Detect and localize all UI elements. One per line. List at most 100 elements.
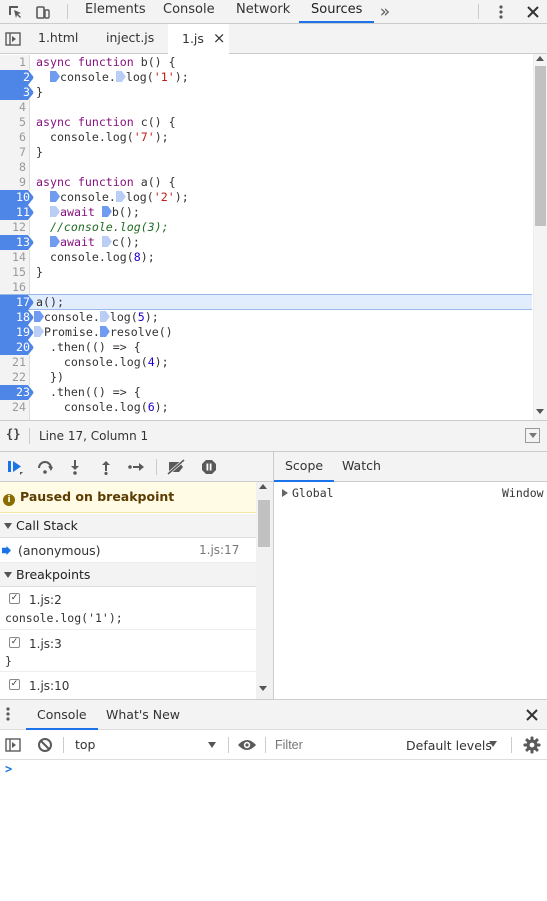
code-text: } [36,265,43,279]
more-tabs-icon[interactable]: » [372,0,398,23]
scope-global-row[interactable]: Global Window [274,484,547,502]
pause-on-exceptions-icon[interactable] [196,452,222,481]
inline-breakpoint-icon[interactable] [50,71,60,82]
breakpoint-marker[interactable]: 3 [0,85,34,100]
inline-breakpoint-icon[interactable] [101,206,112,217]
editor-scrollbar[interactable] [533,54,547,420]
breakpoint-marker[interactable]: 11 [0,205,34,220]
clear-console-icon[interactable] [37,737,53,756]
scroll-down-icon[interactable] [259,686,267,691]
inline-breakpoint-icon[interactable] [50,236,60,247]
console-output[interactable]: > [0,760,547,901]
console-filter-input[interactable] [275,735,385,755]
inline-breakpoint-icon[interactable] [50,191,60,202]
breakpoint-checkbox[interactable]: ✓ [9,637,20,648]
breakpoints-header[interactable]: Breakpoints [0,563,256,587]
tab-sources[interactable]: Sources [299,0,375,23]
code-line: 11 await b(); [0,205,532,220]
close-drawer-icon[interactable] [526,709,538,724]
breakpoint-marker[interactable]: 17 [0,295,34,310]
drawer-tab-console[interactable]: Console [26,700,98,730]
close-tab-icon[interactable]: × [213,29,226,47]
inspect-element-icon[interactable] [2,0,28,23]
log-levels-dropdown[interactable]: Default levels [400,734,503,756]
device-toolbar-icon[interactable] [30,0,56,23]
breakpoint-marker[interactable]: 10 [0,190,34,205]
file-tab-inject-js[interactable]: inject.js [106,24,154,53]
call-frame-name: (anonymous) [18,543,101,558]
breakpoint-marker[interactable]: 2 [0,70,34,85]
tab-scope[interactable]: Scope [274,452,335,482]
deactivate-breakpoints-icon[interactable] [163,452,189,481]
line-number[interactable]: 21 [0,355,30,370]
inline-breakpoint-icon[interactable] [34,311,44,322]
debugger-sidebar-scrollbar[interactable] [256,482,273,699]
code-text: } [36,145,43,159]
live-expression-eye-icon[interactable] [237,738,257,755]
tab-elements[interactable]: Elements [73,0,158,23]
line-number[interactable]: 14 [0,250,30,265]
kebab-menu-icon[interactable] [488,0,514,23]
line-number[interactable]: 22 [0,370,30,385]
inline-breakpoint-icon[interactable] [115,71,126,82]
inline-breakpoint-icon[interactable] [115,191,126,202]
breakpoint-item[interactable]: ✓ 1.js:2 console.log('1'); [0,588,256,630]
line-number[interactable]: 6 [0,130,30,145]
toggle-debugger-sidebar-icon[interactable] [525,428,540,443]
step-into-icon[interactable] [62,452,88,481]
scroll-thumb[interactable] [535,66,546,226]
line-number[interactable]: 5 [0,115,30,130]
tab-console[interactable]: Console [151,0,227,23]
line-number[interactable]: 9 [0,175,30,190]
line-number[interactable]: 1 [0,55,30,70]
drawer-tab-whats-new[interactable]: What's New [95,700,191,730]
scroll-up-icon[interactable] [259,484,267,489]
line-number[interactable]: 12 [0,220,30,235]
breakpoint-marker[interactable]: 20 [0,340,34,355]
inline-breakpoint-icon[interactable] [50,206,60,217]
tab-network[interactable]: Network [224,0,302,23]
line-number[interactable]: 8 [0,160,30,175]
code-editor[interactable]: 1 async function b() { 2 console. log('1');… [0,54,547,420]
tab-watch[interactable]: Watch [331,452,392,482]
call-stack-header[interactable]: Call Stack [0,514,256,538]
drawer-menu-icon[interactable] [6,706,10,725]
scroll-thumb[interactable] [258,500,270,547]
close-devtools-icon[interactable] [520,0,546,23]
line-number[interactable]: 4 [0,100,30,115]
breakpoint-marker[interactable]: 13 [0,235,34,250]
breakpoint-marker[interactable]: 23 [0,385,34,400]
scroll-down-icon[interactable] [536,409,544,414]
breakpoint-item[interactable]: ✓ 1.js:3 } [0,630,256,672]
toggle-navigator-icon[interactable] [2,27,24,50]
inline-breakpoint-icon[interactable] [34,326,44,337]
inline-breakpoint-icon[interactable] [101,236,112,247]
step-icon[interactable] [123,452,149,481]
code-string: '1' [153,70,175,84]
inline-breakpoint-icon[interactable] [99,311,110,322]
breakpoint-marker[interactable]: 18 [0,310,34,325]
info-icon: i [3,494,15,506]
breakpoint-checkbox[interactable]: ✓ [9,679,20,690]
pretty-print-icon[interactable]: {} [6,427,20,441]
file-tab-1-js[interactable]: 1.js × [168,24,230,54]
step-out-icon[interactable] [93,452,119,481]
step-over-icon[interactable] [32,452,58,481]
console-settings-gear-icon[interactable] [523,736,541,757]
line-number[interactable]: 24 [0,400,30,415]
breakpoint-item[interactable]: ✓ 1.js:10 [0,672,256,699]
code-text: ); [154,400,169,414]
console-sidebar-toggle-icon[interactable] [5,738,21,755]
breakpoint-marker[interactable]: 19 [0,325,34,340]
line-number[interactable]: 7 [0,145,30,160]
breakpoint-location: 1.js:3 [29,637,62,651]
context-selector[interactable]: top [68,734,220,756]
inline-breakpoint-icon[interactable] [99,326,110,337]
line-number[interactable]: 16 [0,280,30,295]
call-frame-row[interactable]: (anonymous) 1.js:17 [0,539,256,563]
scroll-up-icon[interactable] [536,56,544,61]
file-tab-1-html[interactable]: 1.html [38,24,78,53]
line-number[interactable]: 15 [0,265,30,280]
resume-icon[interactable] [2,452,28,481]
breakpoint-checkbox[interactable]: ✓ [9,593,20,604]
